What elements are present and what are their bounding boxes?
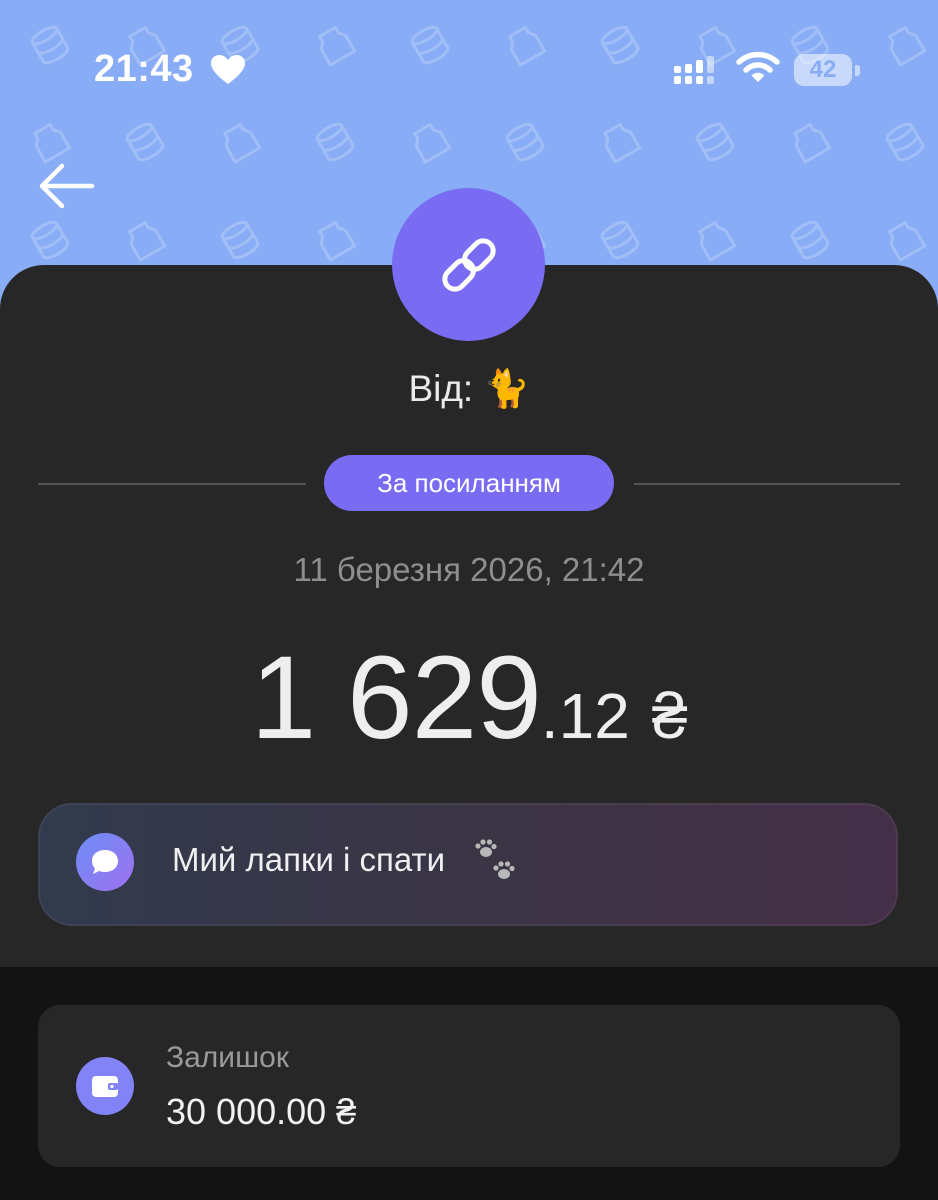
balance-label: Залишок — [166, 1041, 289, 1074]
comment-text: Мий лапки і спати — [172, 841, 446, 878]
sender-label: Від: 🐈 — [408, 368, 530, 409]
signal-icon — [674, 56, 714, 84]
battery-tip — [855, 65, 860, 76]
amount-currency: ₴ — [651, 680, 688, 752]
balance-card[interactable]: Залишок 30 000.00 ₴ — [38, 1005, 900, 1167]
battery-level: 42 — [809, 56, 837, 83]
payment-method-badge: За посиланням — [324, 455, 614, 511]
link-icon — [442, 238, 496, 292]
paw-prints-icon — [475, 839, 515, 879]
amount-integer: 1 629 — [250, 632, 542, 764]
status-bar: 21:43 42 — [0, 0, 938, 140]
battery-icon: 42 — [794, 54, 852, 86]
status-time: 21:43 — [94, 48, 194, 90]
divider-right — [634, 483, 900, 485]
transaction-amount: 1 629.12 ₴ — [0, 630, 938, 766]
sender-avatar — [392, 188, 545, 341]
heart-icon — [211, 55, 245, 84]
amount-fraction: .12 — [540, 680, 630, 752]
comment-box: Мий лапки і спати — [38, 803, 898, 926]
divider-left — [38, 483, 306, 485]
wifi-icon — [736, 51, 780, 82]
wallet-icon — [92, 1076, 118, 1097]
comment-icon-circle — [76, 833, 134, 891]
wallet-icon-circle — [76, 1057, 134, 1115]
transaction-datetime: 11 березня 2026, 21:42 — [293, 551, 645, 588]
balance-value: 30 000.00 ₴ — [166, 1091, 357, 1132]
back-arrow-icon[interactable] — [38, 160, 96, 212]
chat-bubble-icon — [92, 850, 118, 874]
